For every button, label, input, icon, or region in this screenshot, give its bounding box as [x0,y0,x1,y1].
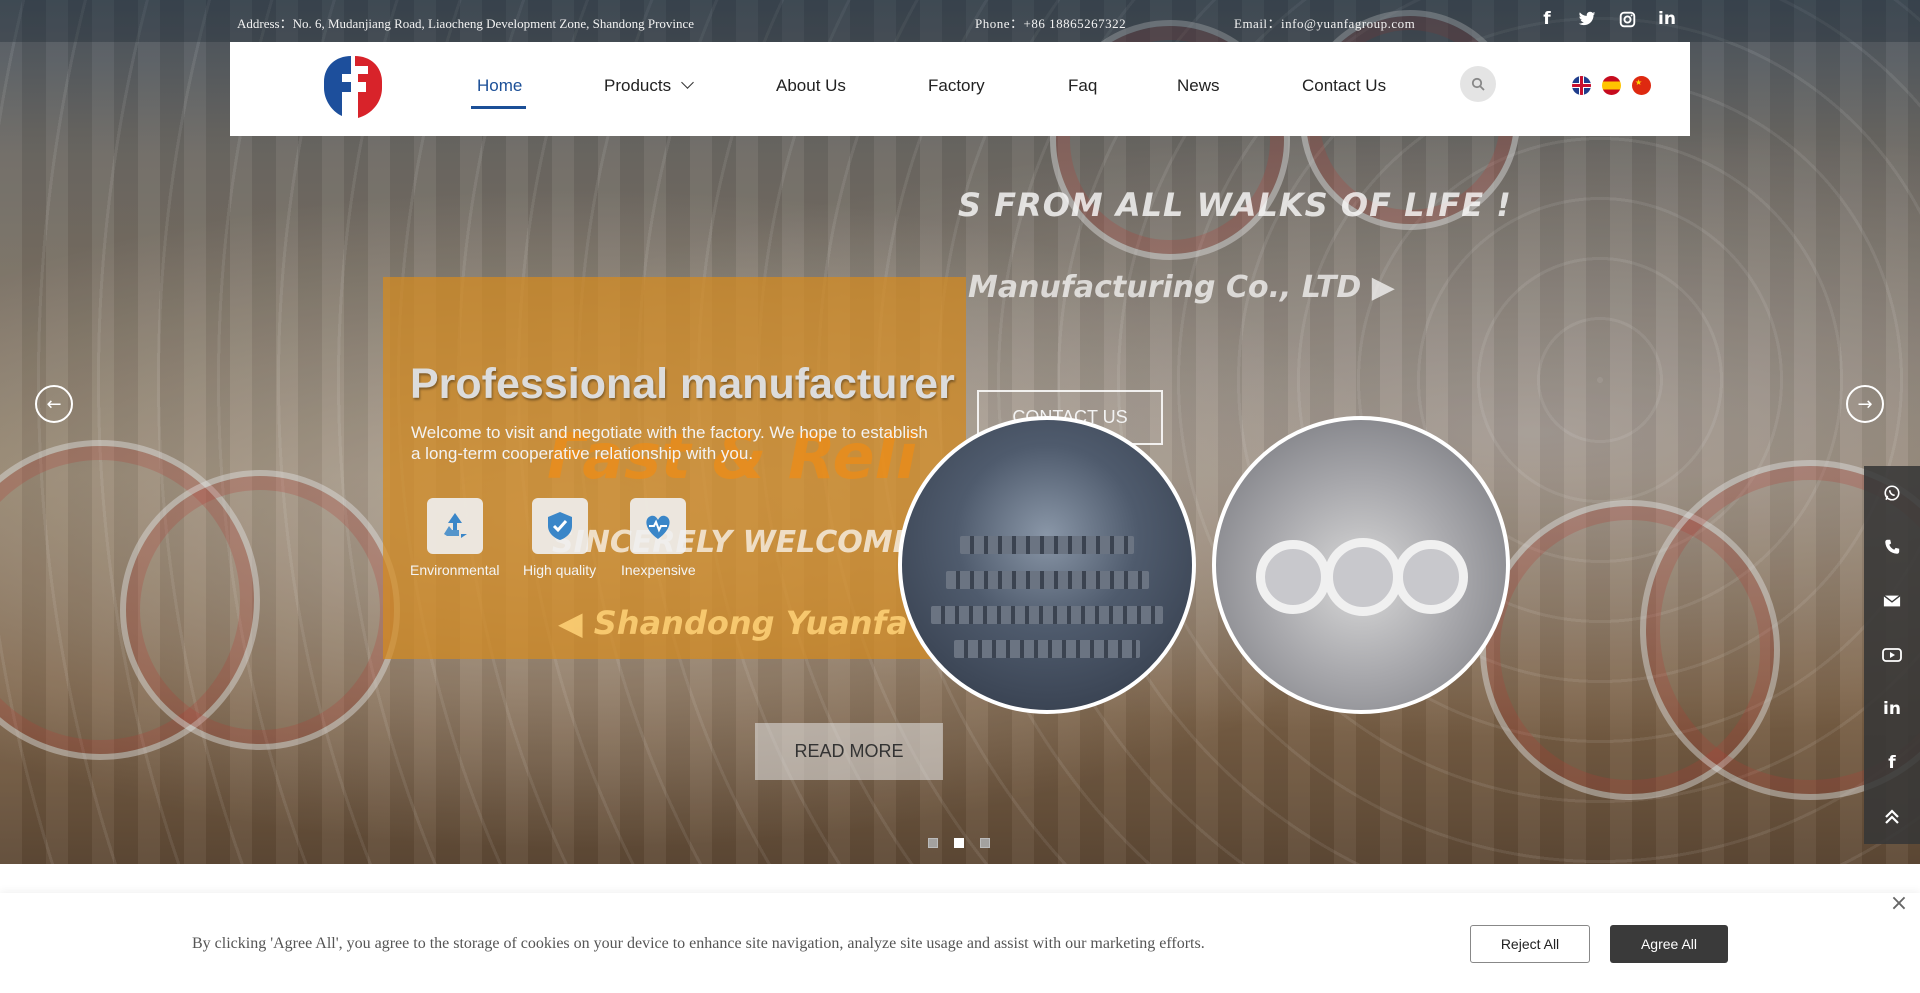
floating-contact-rail: in f [1864,466,1920,844]
slider-dot-3[interactable] [980,838,990,848]
company-logo[interactable] [318,52,388,122]
language-switcher: ★ [1572,76,1651,95]
photo-detail [1324,538,1402,616]
feature-label: Inexpensive [621,562,696,578]
slider-pagination [928,838,990,848]
photo-detail [1394,540,1468,614]
nav-contact-us[interactable]: Contact Us [1302,76,1386,96]
main-header: Home Products About Us Factory Faq News … [230,42,1690,136]
cookie-message: By clicking 'Agree All', you agree to th… [192,935,1205,952]
email-text[interactable]: Email：info@yuanfagroup.com [1234,13,1415,32]
photo-detail [960,536,1134,554]
overlay-text: Manufacturing Co., LTD ▶ [968,270,1395,305]
arrow-right-icon: → [1857,393,1873,415]
cn-flag-icon[interactable]: ★ [1632,76,1651,95]
nav-label: Contact Us [1302,76,1387,95]
feature-label: Environmental [410,562,500,578]
close-icon[interactable]: × [1888,893,1910,915]
facebook-icon[interactable]: f [1864,736,1920,790]
nav-label: Factory [928,76,985,95]
nav-label: Faq [1068,76,1098,95]
slider-next-button[interactable]: → [1846,385,1884,423]
aluminum-coils-photo [1212,416,1510,714]
back-to-top-icon[interactable] [1864,790,1920,844]
feature-environmental: Environmental [410,498,500,578]
linkedin-icon[interactable]: in [1864,682,1920,736]
nav-products[interactable]: Products [604,76,694,96]
search-button[interactable] [1460,66,1496,102]
read-more-button[interactable]: READ MORE [755,723,943,780]
nav-label: News [1177,76,1220,95]
feature-inexpensive: Inexpensive [621,498,696,578]
feature-high-quality: High quality [523,498,596,578]
nav-factory[interactable]: Factory [928,76,985,96]
nav-about-us[interactable]: About Us [776,76,846,96]
nav-label: About Us [776,76,846,95]
nav-faq[interactable]: Faq [1068,76,1097,96]
warehouse-sheets-photo [898,416,1196,714]
top-info-bar: Address：No. 6, Mudanjiang Road, Liaochen… [0,0,1920,42]
address-text: Address：No. 6, Mudanjiang Road, Liaochen… [237,16,695,31]
photo-detail [954,640,1140,659]
twitter-icon[interactable] [1576,8,1598,30]
nav-home[interactable]: Home [470,76,527,109]
shield-check-icon [531,498,588,554]
recycle-icon [426,498,483,554]
es-flag-icon[interactable] [1602,76,1621,95]
youtube-icon[interactable] [1864,628,1920,682]
slide-description: Welcome to visit and negotiate with the … [411,423,928,463]
reject-all-button[interactable]: Reject All [1470,925,1590,963]
arrow-left-icon: ← [46,393,62,415]
chevron-down-icon [681,76,694,89]
whatsapp-icon[interactable] [1864,466,1920,520]
phone-text[interactable]: Phone：+86 18865267322 [975,13,1126,32]
social-links: f in [1536,8,1678,30]
slide-title: Professional manufacturer [410,360,955,408]
photo-detail [1256,540,1330,614]
overlay-text: S FROM ALL WALKS OF LIFE ! [958,186,1512,224]
linkedin-icon[interactable]: in [1656,8,1678,30]
instagram-icon[interactable] [1616,8,1638,30]
photo-detail [931,605,1163,624]
nav-label: Products [604,76,672,95]
phone-icon[interactable] [1864,520,1920,574]
agree-all-button[interactable]: Agree All [1610,925,1728,963]
email-icon[interactable] [1864,574,1920,628]
nav-label: Home [477,76,523,95]
slider-dot-1[interactable] [928,838,938,848]
nav-news[interactable]: News [1177,76,1220,96]
search-icon [1471,77,1485,91]
slider-prev-button[interactable]: ← [35,385,73,423]
feature-label: High quality [523,562,597,578]
cookie-consent-bar: By clicking 'Agree All', you agree to th… [0,893,1920,993]
heart-pulse-icon [630,498,687,554]
slider-dot-2[interactable] [954,838,964,848]
coil-shape [120,470,400,750]
en-flag-icon[interactable] [1572,76,1591,95]
facebook-icon[interactable]: f [1536,8,1558,30]
photo-detail [945,570,1149,589]
